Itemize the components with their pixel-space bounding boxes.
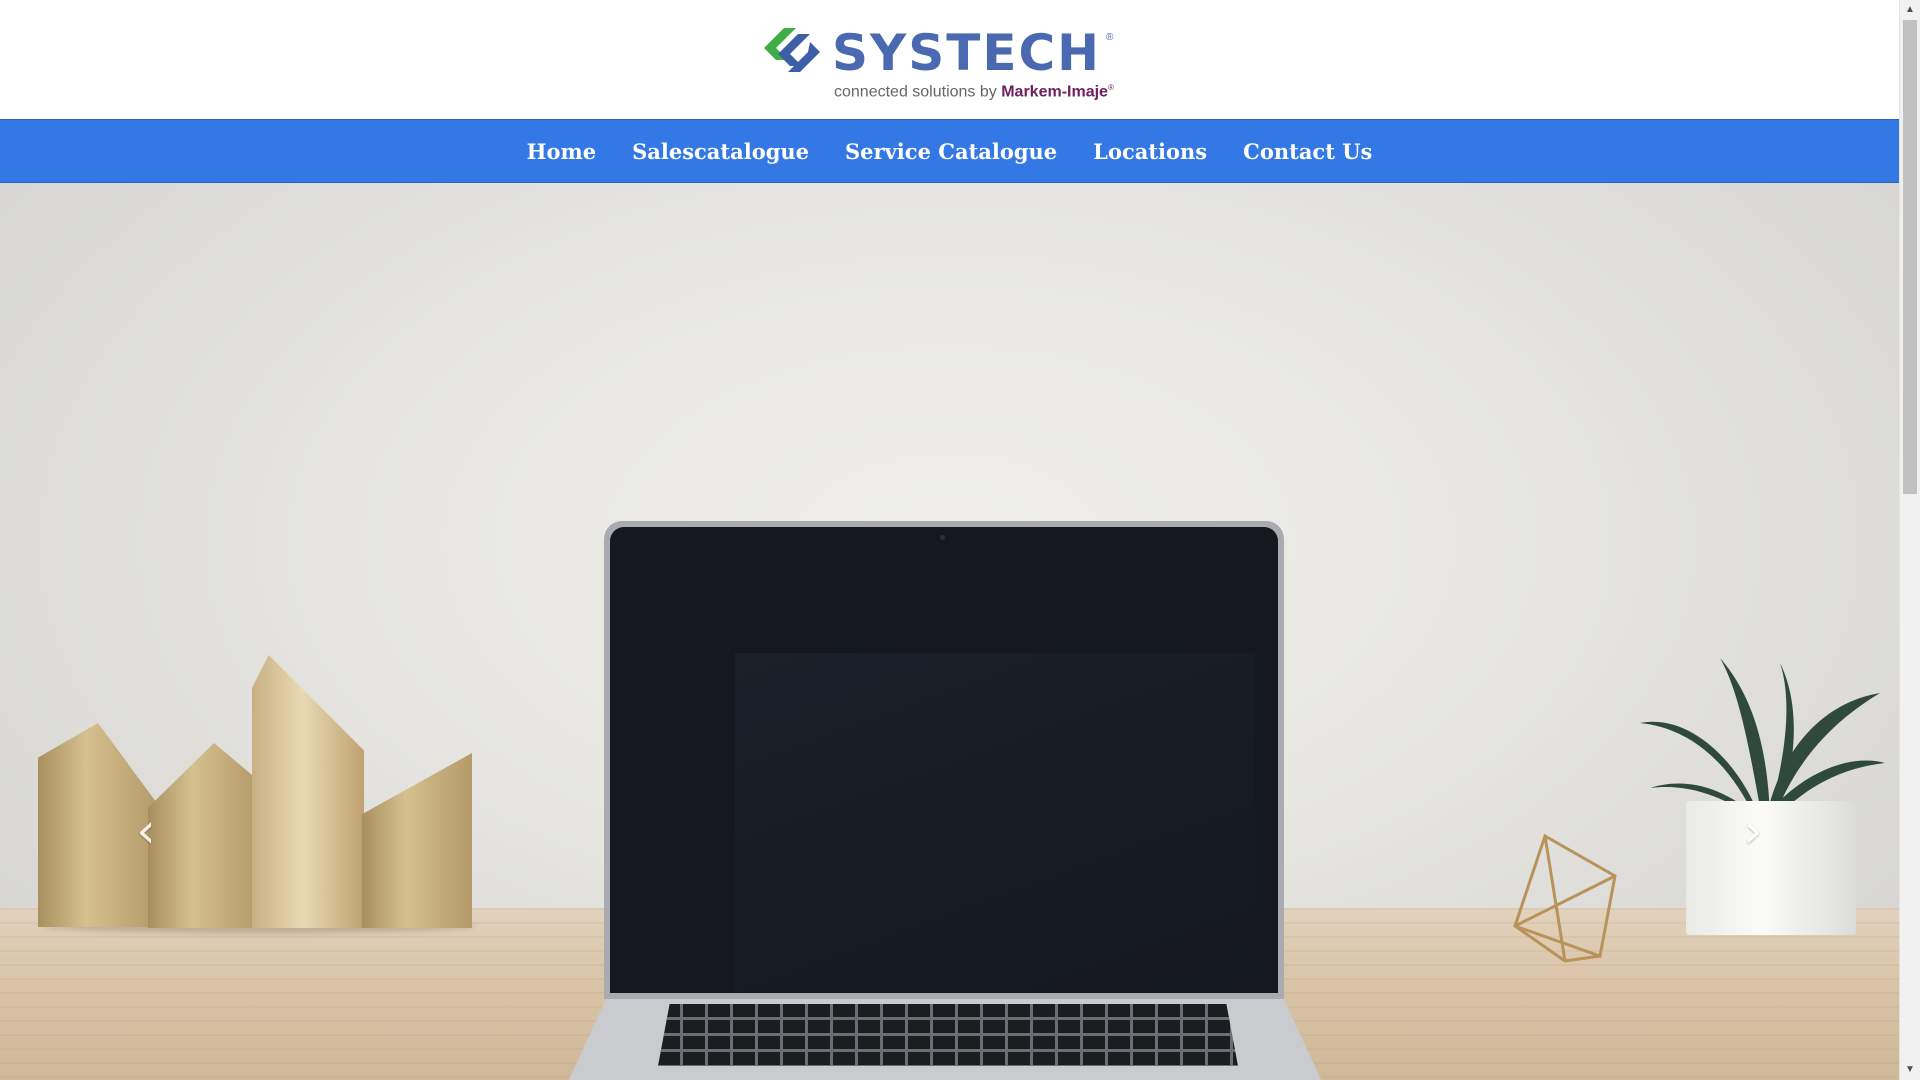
logo-tagline-brand: Markem-Imaje	[1001, 83, 1108, 101]
systech-logo-mark	[764, 28, 820, 72]
nav-home[interactable]: Home	[527, 139, 596, 164]
laptop-reflection	[735, 653, 1255, 993]
scroll-up-button[interactable]: ▲	[1900, 0, 1920, 20]
systech-logo[interactable]: SYSTECH ® connected solutions by Markem-…	[762, 22, 1122, 106]
vertical-scrollbar[interactable]: ▲ ▼	[1899, 0, 1920, 1080]
logo-registered-mark: ®	[1106, 32, 1114, 43]
scroll-down-button[interactable]: ▼	[1900, 1060, 1920, 1080]
hero-carousel: ‹ ›	[0, 183, 1899, 1080]
page: SYSTECH ® connected solutions by Markem-…	[0, 0, 1899, 1080]
nav-locations[interactable]: Locations	[1093, 139, 1207, 164]
nav-service-catalogue[interactable]: Service Catalogue	[845, 139, 1057, 164]
file-holder	[362, 753, 472, 928]
logo-tagline-registered: ®	[1107, 83, 1114, 92]
geometric-decor	[1513, 833, 1617, 963]
laptop-camera	[940, 535, 945, 540]
carousel-prev-button[interactable]: ‹	[126, 801, 166, 861]
logo-tagline: connected solutions by Markem-Imaje®	[834, 83, 1114, 101]
carousel-next-button[interactable]: ›	[1733, 801, 1773, 861]
potted-plant	[1640, 658, 1885, 818]
chevron-right-icon: ›	[1743, 803, 1763, 859]
laptop-keyboard-rows	[658, 1004, 1238, 1066]
nav-salescatalogue[interactable]: Salescatalogue	[632, 139, 809, 164]
main-nav: Home Salescatalogue Service Catalogue Lo…	[0, 119, 1899, 183]
scroll-thumb[interactable]	[1903, 20, 1917, 494]
nav-contact-us[interactable]: Contact Us	[1243, 139, 1372, 164]
chevron-left-icon: ‹	[136, 803, 156, 859]
site-header: SYSTECH ® connected solutions by Markem-…	[0, 0, 1899, 120]
file-holder	[252, 655, 364, 928]
logo-wordmark: SYSTECH	[832, 24, 1102, 82]
logo-tagline-prefix: connected solutions by	[834, 83, 1002, 101]
